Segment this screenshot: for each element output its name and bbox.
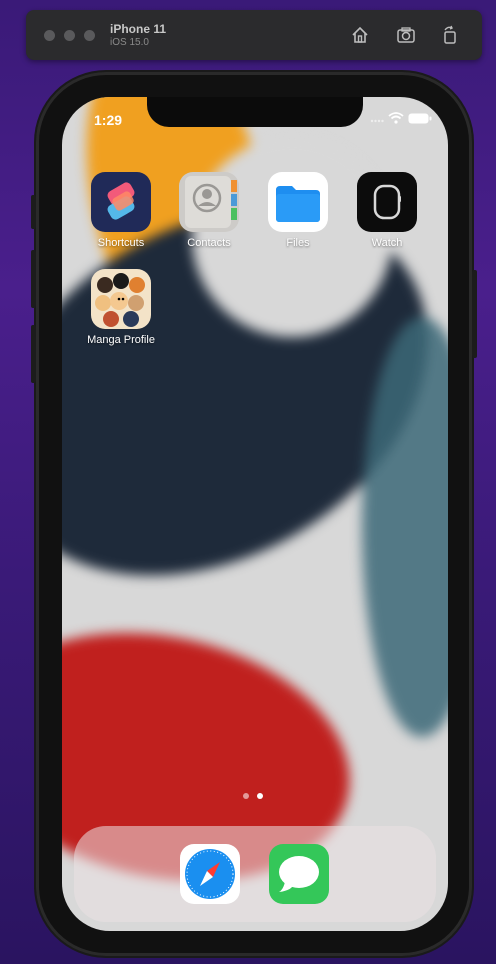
app-label: Watch	[371, 237, 403, 249]
volume-up-button	[31, 250, 36, 308]
home-screen: 1:29 Shortcuts Contacts Files Watch Mang…	[62, 97, 448, 931]
window-minimize-button[interactable]	[64, 30, 75, 41]
home-icon	[352, 26, 368, 43]
screenshot-button[interactable]	[396, 25, 416, 45]
watch-icon	[357, 172, 417, 232]
app-label: Files	[286, 237, 310, 249]
app-watch[interactable]: Watch	[343, 172, 431, 249]
page-dot-active[interactable]	[257, 793, 263, 799]
mute-switch	[31, 195, 36, 229]
app-messages[interactable]	[269, 844, 329, 904]
app-safari[interactable]	[180, 844, 240, 904]
messages-icon	[279, 856, 319, 892]
page-indicator[interactable]	[243, 786, 271, 804]
app-label: Manga Profile	[87, 334, 155, 346]
rotate-icon	[444, 25, 456, 44]
camera-icon	[397, 27, 415, 43]
wifi-icon	[388, 112, 404, 124]
volume-down-button	[31, 325, 36, 383]
app-files[interactable]: Files	[254, 172, 342, 249]
rotate-button[interactable]	[440, 25, 460, 45]
power-button	[472, 270, 477, 358]
app-shortcuts[interactable]: Shortcuts	[77, 172, 165, 249]
app-label: Contacts	[187, 237, 231, 249]
window-zoom-button[interactable]	[84, 30, 95, 41]
dock	[74, 826, 436, 922]
window-close-button[interactable]	[44, 30, 55, 41]
files-icon	[268, 172, 328, 232]
battery-icon	[408, 113, 432, 124]
signal-dots	[370, 119, 384, 123]
device-name: iPhone 11	[110, 22, 167, 36]
home-button[interactable]	[350, 25, 370, 45]
os-version: iOS 15.0	[110, 37, 149, 48]
app-manga-profile[interactable]: Manga Profile	[77, 269, 165, 346]
app-label: Shortcuts	[97, 237, 145, 249]
shortcuts-icon	[91, 172, 151, 232]
status-time: 1:29	[94, 112, 123, 128]
page-dot[interactable]	[243, 793, 249, 799]
app-contacts[interactable]: Contacts	[165, 172, 253, 249]
safari-icon	[185, 849, 235, 899]
simulator-toolbar: iPhone 11 iOS 15.0	[26, 10, 482, 60]
manga-profile-icon	[91, 269, 151, 329]
notch	[147, 97, 363, 127]
contacts-icon	[179, 172, 239, 232]
